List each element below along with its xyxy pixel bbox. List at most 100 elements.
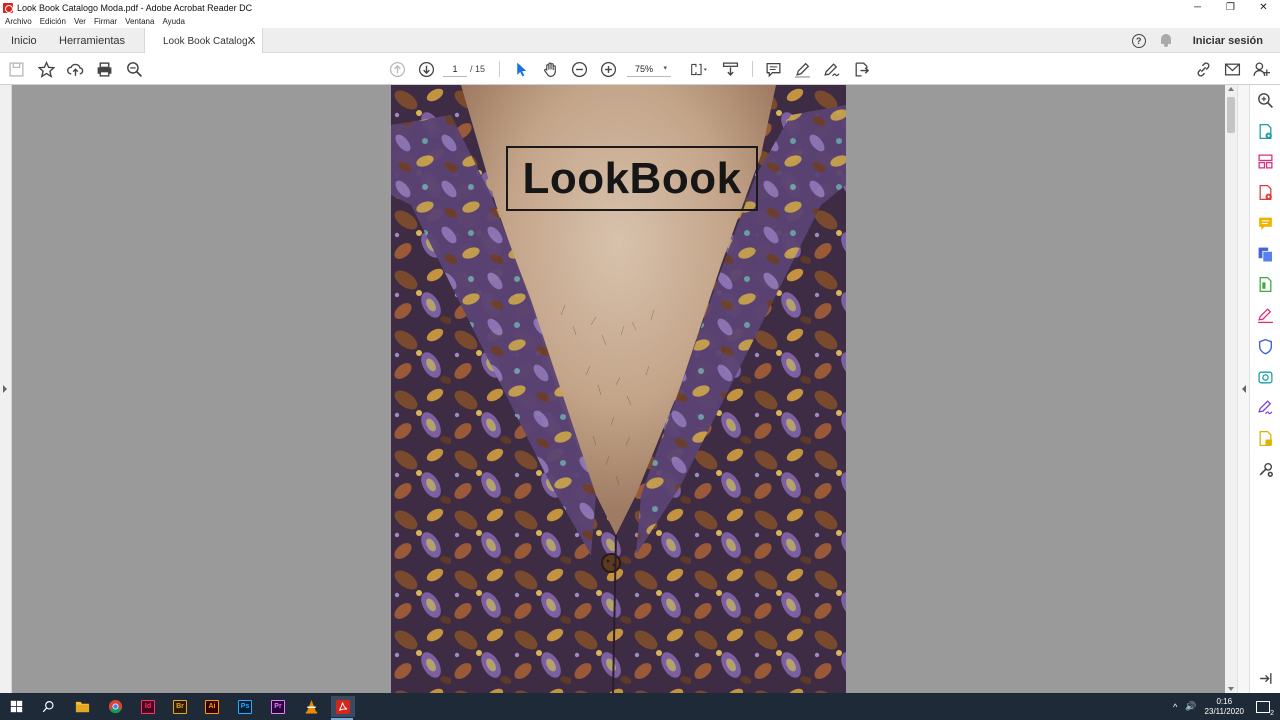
toolbar-divider [752, 61, 753, 77]
chrome-icon[interactable] [104, 696, 126, 717]
menu-edicion[interactable]: Edición [40, 17, 66, 26]
volume-icon[interactable]: 🔊 [1185, 701, 1196, 712]
optimize-scan-icon[interactable] [1257, 369, 1274, 386]
upload-cloud-icon[interactable] [65, 59, 85, 79]
zoom-level-value: 75% [635, 64, 654, 74]
clock-date: 23/11/2020 [1204, 706, 1244, 716]
page-number-input[interactable]: 1 [443, 61, 467, 77]
zoom-in-icon[interactable] [598, 59, 618, 79]
scroll-down-arrow-icon[interactable] [1228, 687, 1234, 691]
scrollbar-thumb[interactable] [1227, 97, 1235, 133]
add-user-icon[interactable] [1251, 59, 1271, 79]
menu-ventana[interactable]: Ventana [125, 17, 154, 26]
scroll-mode-icon[interactable] [720, 59, 740, 79]
scroll-up-arrow-icon[interactable] [1228, 87, 1234, 91]
illustrator-app-icon[interactable]: Ai [201, 696, 223, 717]
link-share-icon[interactable] [1193, 59, 1213, 79]
document-canvas[interactable]: LookBook [12, 85, 1225, 693]
vlc-icon[interactable] [300, 696, 322, 717]
bell-icon[interactable] [1160, 34, 1172, 47]
page-fit-icon[interactable] [685, 59, 711, 79]
menu-ver[interactable]: Ver [74, 17, 86, 26]
tab-document[interactable]: Look Book Catalog... ✕ [144, 28, 263, 54]
right-panel-toggle[interactable] [1237, 85, 1249, 693]
select-cursor-icon[interactable] [511, 59, 531, 79]
tab-document-label: Look Book Catalog... [163, 35, 256, 47]
email-icon[interactable] [1222, 59, 1242, 79]
organize-pages-icon[interactable] [1257, 153, 1274, 170]
windows-start-icon[interactable] [5, 696, 27, 717]
print-icon[interactable] [94, 59, 114, 79]
fill-sign-icon[interactable] [1257, 307, 1274, 324]
star-icon[interactable] [36, 59, 56, 79]
vertical-scrollbar[interactable] [1225, 85, 1237, 693]
cover-title: LookBook [522, 153, 742, 203]
zoom-level-dropdown[interactable]: 75% ▾ [627, 61, 671, 77]
bridge-label: Br [173, 699, 187, 714]
tray-expand-icon[interactable]: ^ [1173, 702, 1177, 712]
window-controls: ─ ❐ ✕ [1181, 0, 1280, 15]
previous-page-icon[interactable] [387, 59, 407, 79]
clock-time: 0:16 [1216, 696, 1233, 706]
notifications-count: 2 [1270, 709, 1274, 717]
sign-pen-icon[interactable] [821, 59, 841, 79]
protect-shield-icon[interactable] [1257, 338, 1274, 355]
toolbar: 1 / 15 75% ▾ [0, 53, 1280, 85]
save-icon[interactable] [6, 59, 26, 79]
minimize-button[interactable]: ─ [1181, 0, 1214, 15]
tab-close-button[interactable]: ✕ [247, 34, 256, 47]
export-pdf-icon[interactable] [1257, 123, 1274, 140]
highlight-pen-icon[interactable] [792, 59, 812, 79]
restore-button[interactable]: ❐ [1214, 0, 1247, 15]
acrobat-icon [3, 2, 13, 13]
menu-archivo[interactable]: Archivo [5, 17, 32, 26]
photoshop-app-icon[interactable]: Ps [234, 696, 256, 717]
tools-panel [1249, 85, 1280, 693]
request-signature-icon[interactable] [1257, 399, 1274, 416]
collapse-panel-icon[interactable] [1257, 670, 1274, 687]
combine-files-icon[interactable] [1257, 246, 1274, 263]
page-total: / 15 [470, 64, 486, 74]
search-icon[interactable] [37, 696, 59, 717]
search-zoom-icon[interactable] [124, 59, 144, 79]
signin-button[interactable]: Iniciar sesión [1193, 35, 1263, 47]
notifications-icon[interactable]: 2 [1256, 700, 1274, 717]
next-page-icon[interactable] [416, 59, 436, 79]
zoom-search-icon[interactable] [1257, 92, 1274, 109]
tabs-bar: Inicio Herramientas Look Book Catalog...… [0, 28, 1280, 54]
acrobat-taskbar-icon[interactable] [331, 696, 355, 720]
hand-tool-icon[interactable] [540, 59, 560, 79]
share-icon[interactable] [851, 59, 871, 79]
chevron-left-icon [1242, 385, 1246, 393]
bridge-app-icon[interactable]: Br [169, 696, 191, 717]
header-actions: ? Iniciar sesión [1131, 28, 1280, 53]
pdf-page: LookBook [391, 85, 846, 693]
send-comments-icon[interactable] [1257, 430, 1274, 447]
help-icon[interactable]: ? [1131, 33, 1146, 48]
illustrator-label: Ai [205, 699, 219, 714]
window-title: Look Book Catalogo Moda.pdf - Adobe Acro… [17, 2, 253, 13]
indesign-app-icon[interactable]: Id [137, 696, 159, 717]
comment-icon[interactable] [763, 59, 783, 79]
menu-ayuda[interactable]: Ayuda [162, 17, 185, 26]
premiere-app-icon[interactable]: Pr [267, 696, 289, 717]
taskbar: Id Br Ai Ps Pr ^ 🔊 0:16 23/11/2020 2 [0, 693, 1280, 720]
edit-pdf-icon[interactable] [1257, 276, 1274, 293]
create-pdf-icon[interactable] [1257, 184, 1274, 201]
chevron-down-icon: ▾ [663, 65, 667, 72]
tab-home[interactable]: Inicio [11, 28, 37, 53]
menu-firmar[interactable]: Firmar [94, 17, 117, 26]
premiere-label: Pr [271, 699, 285, 714]
indesign-label: Id [141, 699, 155, 714]
clock[interactable]: 0:16 23/11/2020 [1205, 697, 1244, 717]
tab-tools[interactable]: Herramientas [59, 28, 125, 53]
menu-bar: Archivo Edición Ver Firmar Ventana Ayuda [0, 15, 1280, 28]
system-tray: ^ 🔊 0:16 23/11/2020 2 [1173, 693, 1280, 720]
left-panel-toggle[interactable] [0, 85, 12, 693]
comment-tool-icon[interactable] [1257, 215, 1274, 232]
more-tools-icon[interactable] [1257, 461, 1274, 478]
zoom-out-icon[interactable] [569, 59, 589, 79]
file-explorer-icon[interactable] [71, 696, 93, 717]
chevron-right-icon [3, 385, 7, 393]
close-window-button[interactable]: ✕ [1247, 0, 1280, 15]
